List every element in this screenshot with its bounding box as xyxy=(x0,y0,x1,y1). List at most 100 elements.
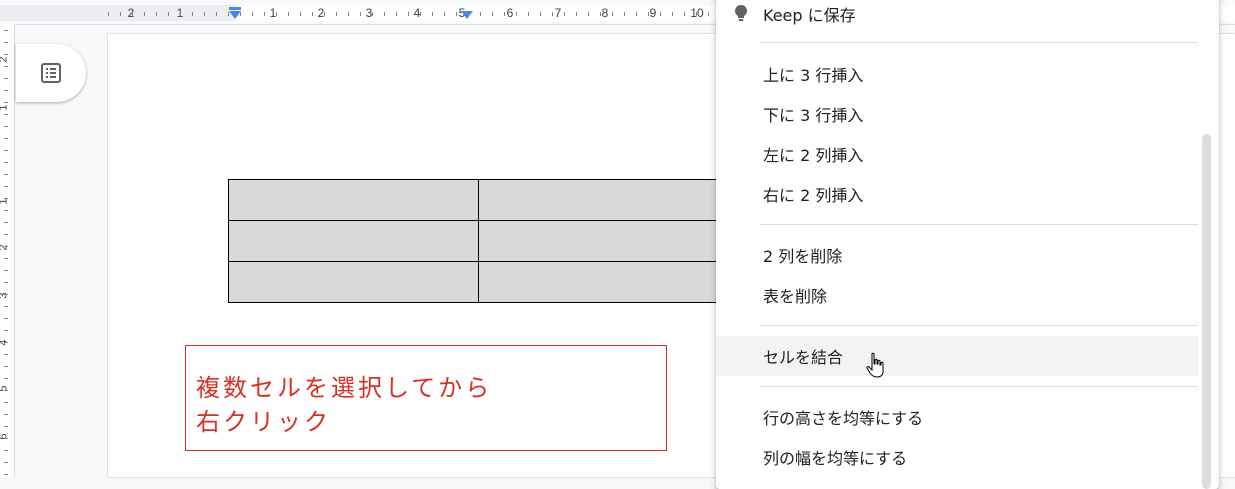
ruler-number: 7 xyxy=(554,6,562,20)
ruler-number: 1 xyxy=(0,104,10,110)
ruler-tick xyxy=(4,234,8,235)
ruler-tick xyxy=(4,162,8,163)
ruler-tick xyxy=(4,294,8,295)
ruler-tick xyxy=(108,12,109,16)
table-row xyxy=(228,220,729,262)
ruler-tick xyxy=(480,12,481,16)
ruler-tick xyxy=(240,12,241,16)
ruler-tick xyxy=(564,12,565,16)
ruler-tick xyxy=(4,438,8,439)
ruler-tick xyxy=(4,474,8,475)
ruler-tick xyxy=(468,12,469,16)
ruler-tick xyxy=(4,378,8,379)
ruler-tick xyxy=(696,12,697,16)
menu-item-distribute-rows[interactable]: 行の高さを均等にする xyxy=(716,397,1198,437)
menu-item-save-to-keep[interactable]: Keep に保存 xyxy=(716,0,1198,34)
ruler-tick xyxy=(4,150,8,151)
ruler-tick xyxy=(648,12,649,16)
ruler-tick xyxy=(4,78,8,79)
menu-item-insert-columns-right[interactable]: 右に 2 列挿入 xyxy=(716,174,1198,214)
ruler-tick xyxy=(408,12,409,16)
ruler-tick xyxy=(4,366,8,367)
ruler-tick xyxy=(4,354,8,355)
menu-item-insert-rows-below[interactable]: 下に 3 行挿入 xyxy=(716,94,1198,134)
ruler-number: 2 xyxy=(127,6,135,20)
ruler-tick xyxy=(4,102,8,103)
menu-item-delete-columns[interactable]: 2 列を削除 xyxy=(716,235,1198,275)
ruler-tick xyxy=(4,390,8,391)
ruler-tick xyxy=(588,12,589,16)
ruler-tick xyxy=(528,12,529,16)
ruler-tick xyxy=(4,222,8,223)
document-outline-icon xyxy=(41,63,61,83)
ruler-number: 8 xyxy=(601,6,609,20)
table-cell[interactable] xyxy=(228,179,479,221)
table-row xyxy=(228,261,729,303)
ruler-tick xyxy=(636,12,637,16)
ruler-tick xyxy=(168,12,169,16)
ruler-tick xyxy=(4,402,8,403)
ruler-tick xyxy=(492,12,493,16)
ruler-left-margin xyxy=(0,5,235,21)
table-cell[interactable] xyxy=(228,261,479,303)
ruler-tick xyxy=(432,12,433,16)
menu-item-label: 列の幅を均等にする xyxy=(763,449,908,468)
document-outline-button[interactable] xyxy=(16,44,86,102)
ruler-tick xyxy=(420,12,421,16)
annotation-line-2: 右クリック xyxy=(196,408,331,436)
ruler-tick xyxy=(4,114,8,115)
table-row xyxy=(228,179,729,221)
ruler-tick xyxy=(228,12,229,16)
ruler-tick xyxy=(4,258,8,259)
ruler-tick xyxy=(708,12,709,16)
ruler-tick xyxy=(132,12,133,16)
ruler-tick xyxy=(4,318,8,319)
ruler-tick xyxy=(156,12,157,16)
menu-item-merge-cells[interactable]: セルを結合 xyxy=(716,336,1198,376)
ruler-number: 6 xyxy=(506,6,514,20)
ruler-tick xyxy=(264,12,265,16)
ruler-tick xyxy=(4,246,8,247)
ruler-number: 1 xyxy=(0,198,10,204)
ruler-tick xyxy=(612,12,613,16)
menu-item-delete-table[interactable]: 表を削除 xyxy=(716,275,1198,315)
ruler-tick xyxy=(4,450,8,451)
ruler-tick xyxy=(336,12,337,16)
annotation-line-1: 複数セルを選択してから xyxy=(196,374,493,402)
ruler-tick xyxy=(312,12,313,16)
ruler-tick xyxy=(4,198,8,199)
ruler-number: 9 xyxy=(649,6,657,20)
table-cell[interactable] xyxy=(228,220,479,262)
ruler-tick xyxy=(552,12,553,16)
menu-separator xyxy=(760,42,1198,43)
ruler-tick xyxy=(4,42,8,43)
ruler-tick xyxy=(4,342,8,343)
menu-item-insert-rows-above[interactable]: 上に 3 行挿入 xyxy=(716,54,1198,94)
menu-item-insert-columns-left[interactable]: 左に 2 列挿入 xyxy=(716,134,1198,174)
ruler-tick xyxy=(4,426,8,427)
ruler-tick xyxy=(456,12,457,16)
ruler-tick xyxy=(120,12,121,16)
ruler-tick xyxy=(672,12,673,16)
ruler-tick xyxy=(660,12,661,16)
ruler-tick xyxy=(4,30,8,31)
table-cell[interactable] xyxy=(478,179,729,221)
ruler-tick xyxy=(684,12,685,16)
vertical-ruler[interactable]: 2 1 1 2 3 4 5 6 xyxy=(0,24,15,477)
ruler-tick xyxy=(4,90,8,91)
menu-separator xyxy=(760,325,1198,326)
menu-item-label: 2 列を削除 xyxy=(763,247,843,266)
menu-item-distribute-columns[interactable]: 列の幅を均等にする xyxy=(716,437,1198,477)
column-boundary-marker[interactable] xyxy=(461,11,473,19)
ruler-tick xyxy=(360,12,361,16)
document-table[interactable] xyxy=(228,179,729,303)
menu-separator xyxy=(760,224,1198,225)
ruler-tick xyxy=(540,12,541,16)
table-cell[interactable] xyxy=(478,220,729,262)
ruler-tick xyxy=(180,12,181,16)
table-cell[interactable] xyxy=(478,261,729,303)
first-line-indent-marker[interactable] xyxy=(229,7,241,10)
menu-scrollbar[interactable] xyxy=(1202,134,1211,489)
ruler-tick xyxy=(324,12,325,16)
ruler-tick xyxy=(144,12,145,16)
